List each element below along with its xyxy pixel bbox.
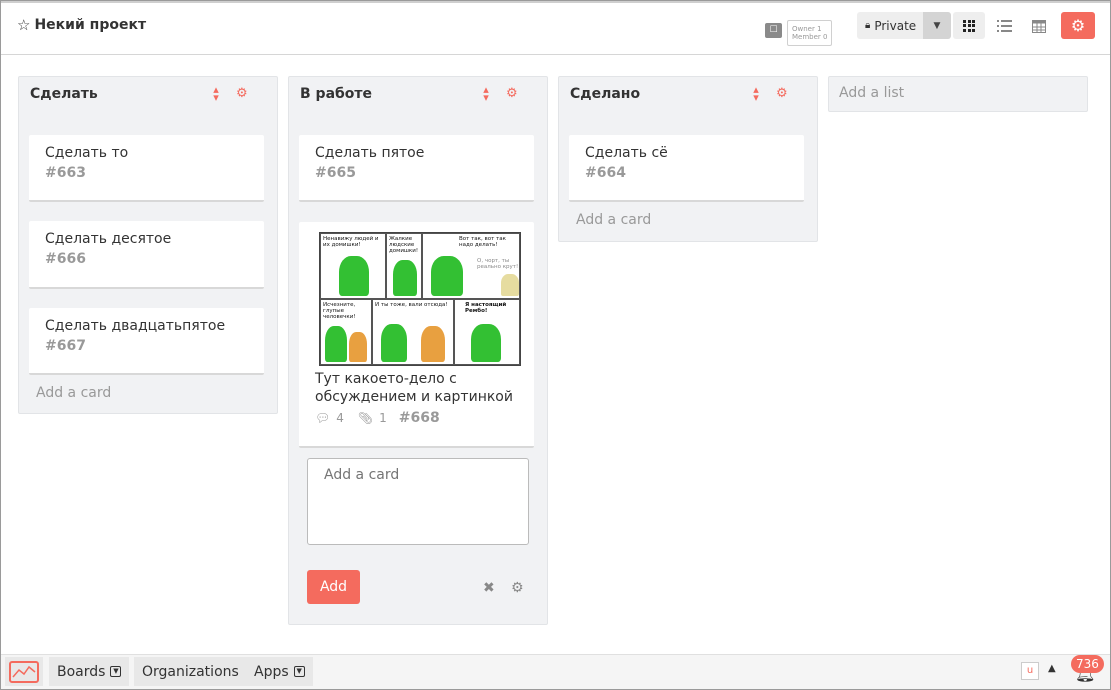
card[interactable]: Сделать десятое #666 bbox=[29, 221, 264, 289]
add-card-input[interactable] bbox=[307, 458, 529, 545]
caret-down-icon: ▼ bbox=[110, 666, 122, 677]
caret-up-icon[interactable]: ▲ bbox=[1048, 663, 1056, 674]
u-icon[interactable]: u bbox=[1021, 662, 1039, 680]
list-gear-icon[interactable]: ⚙ bbox=[506, 86, 518, 101]
members-count[interactable]: Owner 1 Member 0 bbox=[787, 20, 832, 46]
attachment-icon: 📎︎ bbox=[357, 411, 374, 425]
members-icon[interactable]: ☐ bbox=[765, 23, 782, 38]
board-title[interactable]: ☆ Некий проект bbox=[17, 16, 146, 34]
card-title: Сделать сё bbox=[585, 145, 668, 161]
card-number: #668 bbox=[398, 410, 440, 426]
card-cover-image: Ненавижу людей и их домишки! Жалкие людс… bbox=[319, 232, 521, 366]
owner-count: Owner 1 bbox=[792, 25, 822, 33]
caret-down-icon: ▼ bbox=[293, 666, 305, 677]
list-sdelano: Сделано ▴ ▾ ⚙ Сделать сё #664 Add a card bbox=[558, 76, 818, 242]
grid-icon bbox=[963, 19, 975, 32]
gear-icon: ⚙ bbox=[1070, 16, 1086, 35]
member-count: Member 0 bbox=[792, 33, 828, 41]
footer-bar: Boards ▼ Organizations Apps ▼ u ▲ 🔔︎ 736 bbox=[1, 654, 1110, 689]
card[interactable]: Сделать то #663 bbox=[29, 135, 264, 202]
list-title[interactable]: Сделать bbox=[30, 86, 98, 102]
list-gear-icon[interactable]: ⚙ bbox=[236, 86, 248, 101]
card-title: Тут какоето-дело с обсуждением и картинк… bbox=[315, 371, 513, 405]
card-title: Сделать пятое bbox=[315, 145, 425, 161]
apps-menu[interactable]: Apps ▼ bbox=[246, 657, 313, 686]
sort-icon[interactable]: ▴ ▾ bbox=[212, 84, 220, 103]
card-title: Сделать то bbox=[45, 145, 129, 161]
boards-menu[interactable]: Boards ▼ bbox=[49, 657, 130, 686]
sort-icon[interactable]: ▴ ▾ bbox=[752, 84, 760, 103]
add-card-button[interactable]: Add bbox=[307, 570, 360, 604]
comment-icon: 💬︎ bbox=[315, 411, 331, 425]
add-card-link[interactable]: Add a card bbox=[36, 385, 111, 401]
privacy-label: Private bbox=[874, 18, 917, 33]
organizations-menu[interactable]: Organizations bbox=[134, 657, 247, 686]
list-sdelat: Сделать ▴ ▾ ⚙ Сделать то #663 Сделать дес… bbox=[18, 76, 278, 414]
card-number: #664 bbox=[585, 165, 626, 181]
card-number: #665 bbox=[315, 165, 356, 181]
view-list-button[interactable] bbox=[988, 12, 1020, 39]
boards-label: Boards bbox=[57, 663, 106, 680]
attachment-count: 1 bbox=[379, 411, 387, 425]
sort-icon[interactable]: ▴ ▾ bbox=[482, 84, 490, 103]
board-header: ☆ Некий проект ☐ Owner 1 Member 0 🔒︎ Pri… bbox=[1, 1, 1110, 55]
star-icon[interactable]: ☆ bbox=[17, 16, 30, 34]
card[interactable]: Сделать пятое #665 bbox=[299, 135, 534, 202]
card-title: Сделать десятое bbox=[45, 231, 172, 247]
card-with-image[interactable]: Ненавижу людей и их домишки! Жалкие людс… bbox=[299, 222, 534, 448]
add-list-button[interactable]: Add a list bbox=[828, 76, 1088, 112]
board-settings-button[interactable]: ⚙ bbox=[1061, 12, 1095, 39]
privacy-button[interactable]: 🔒︎ Private bbox=[857, 12, 923, 39]
card[interactable]: Сделать двадцатьпятое #667 bbox=[29, 308, 264, 375]
lock-icon: 🔒︎ bbox=[865, 20, 871, 31]
privacy-dropdown-caret[interactable]: ▼ bbox=[923, 12, 951, 39]
list-title[interactable]: В работе bbox=[300, 86, 372, 102]
card-number: #663 bbox=[45, 165, 86, 181]
organizations-label: Organizations bbox=[142, 663, 239, 680]
board-title-text: Некий проект bbox=[34, 17, 147, 33]
activity-chart-icon bbox=[9, 660, 39, 683]
card[interactable]: Сделать сё #664 bbox=[569, 135, 804, 202]
apps-label: Apps bbox=[254, 663, 289, 680]
add-card-link[interactable]: Add a card bbox=[576, 212, 651, 228]
caret-down-icon: ▼ bbox=[933, 20, 941, 31]
comment-count: 4 bbox=[336, 411, 344, 425]
view-grid-button[interactable] bbox=[953, 12, 985, 39]
card-number: #667 bbox=[45, 338, 86, 354]
notification-badge[interactable]: 736 bbox=[1071, 655, 1104, 673]
card-number: #666 bbox=[45, 251, 86, 267]
list-v-rabote: В работе ▴ ▾ ⚙ Сделать пятое #665 Ненавиж… bbox=[288, 76, 548, 625]
gear-icon[interactable]: ⚙ bbox=[511, 580, 524, 596]
list-icon bbox=[996, 19, 1012, 32]
view-calendar-button[interactable] bbox=[1023, 12, 1055, 39]
close-icon[interactable]: ✖ bbox=[483, 580, 495, 596]
activity-logo-button[interactable] bbox=[5, 657, 43, 686]
calendar-icon bbox=[1032, 19, 1046, 33]
list-title[interactable]: Сделано bbox=[570, 86, 640, 102]
card-meta: 💬︎ 4 📎︎ 1 #668 bbox=[315, 410, 440, 426]
card-title: Сделать двадцатьпятое bbox=[45, 318, 226, 334]
list-gear-icon[interactable]: ⚙ bbox=[776, 86, 788, 101]
